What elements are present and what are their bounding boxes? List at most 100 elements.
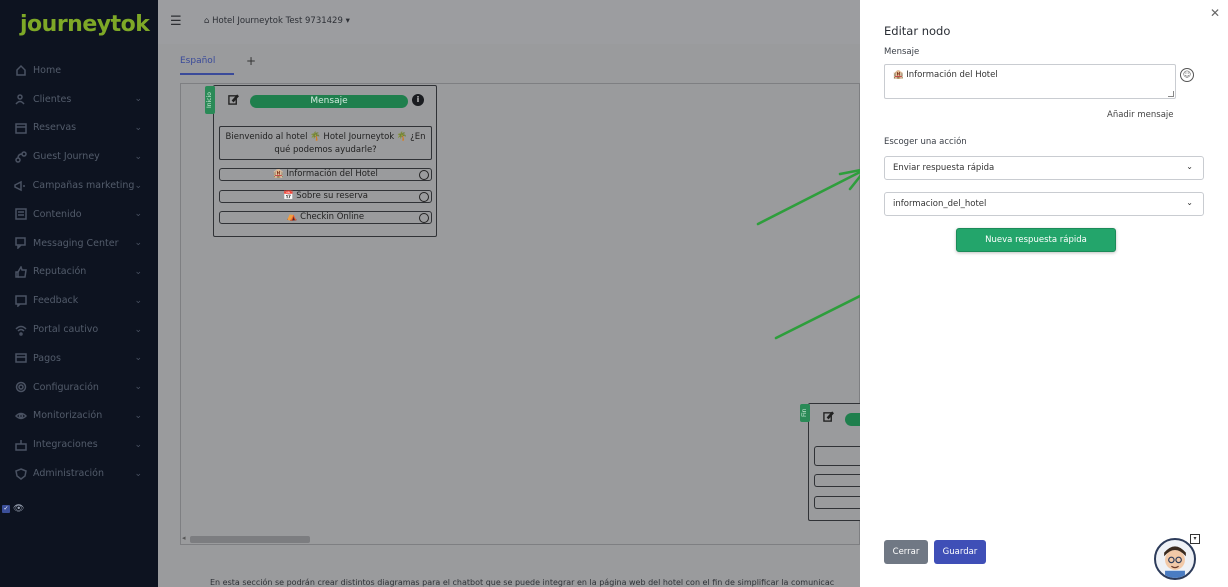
sidebar-item-reputación[interactable]: Reputación ⌄: [0, 258, 158, 287]
edit-icon[interactable]: [823, 411, 835, 422]
sidebar-item-pagos[interactable]: Pagos ⌄: [0, 344, 158, 373]
sidebar-item-label: Campañas marketing: [32, 180, 135, 192]
chevron-down-icon[interactable]: ⌄: [134, 353, 142, 363]
sidebar-item-guest-journey[interactable]: Guest Journey ⌄: [0, 142, 158, 171]
hotel-selector[interactable]: ⌂ Hotel Journeytok Test 9731429 ▾: [204, 16, 350, 26]
sidebar-item-label: Integraciones: [33, 439, 98, 451]
emoji-icon[interactable]: ☺: [1180, 68, 1194, 82]
quick-reply-item[interactable]: ⛺ Checkin Online: [219, 211, 432, 224]
quick-reply-item[interactable]: 📅 Sobre su reserva: [219, 190, 432, 203]
sidebar-item-monitorización[interactable]: Monitorización ⌄: [0, 402, 158, 431]
chevron-down-icon[interactable]: ⌄: [134, 209, 142, 219]
home-icon: [14, 64, 27, 77]
sidebar-item-label: Monitorización: [33, 410, 103, 422]
resize-handle-icon[interactable]: [1168, 91, 1174, 97]
quick-reply-select[interactable]: informacion_del_hotel ⌄: [884, 192, 1204, 216]
quick-reply-select-value: informacion_del_hotel: [893, 199, 987, 209]
sidebar-item-reservas[interactable]: Reservas ⌄: [0, 114, 158, 143]
checkbox-icon[interactable]: ✓: [2, 505, 10, 513]
sidebar-item-administración[interactable]: Administración ⌄: [0, 459, 158, 488]
sidebar-nav: Home Clientes ⌄ Reservas ⌄ Guest Journey ⌄ Camp…: [0, 56, 158, 488]
chat-icon: [14, 237, 27, 250]
edit-icon[interactable]: [228, 94, 240, 105]
tab-espanol[interactable]: Español: [180, 56, 234, 75]
annotation-arrow-line: [756, 168, 866, 226]
edit-node-drawer: ✕ Editar nodo Mensaje 🏨 Información del …: [860, 0, 1228, 587]
sidebar-item-feedback[interactable]: Feedback ⌄: [0, 286, 158, 315]
integrations-icon: [14, 438, 27, 451]
node-title-pill: Mensaje: [250, 95, 408, 108]
message-value: 🏨 Información del Hotel: [893, 70, 998, 80]
new-quick-reply-button[interactable]: Nueva respuesta rápida: [956, 228, 1116, 252]
canvas-scrollbar[interactable]: ◂: [180, 534, 860, 544]
language-tabs: Español +: [158, 44, 860, 82]
action-select-value: Enviar respuesta rápida: [893, 163, 995, 173]
radio-icon[interactable]: [419, 170, 429, 180]
save-button[interactable]: Guardar: [934, 540, 986, 564]
sidebar-item-messaging-center[interactable]: Messaging Center ⌄: [0, 229, 158, 258]
welcome-message: Bienvenido al hotel 🌴 Hotel Journeytok 🌴…: [219, 126, 432, 160]
sidebar-item-integraciones[interactable]: Integraciones ⌄: [0, 430, 158, 459]
chevron-down-icon[interactable]: ⌄: [134, 152, 142, 162]
message-textarea[interactable]: 🏨 Información del Hotel: [884, 64, 1176, 99]
end-node-tag: Fin: [800, 404, 810, 422]
add-message-link[interactable]: Añadir mensaje: [1107, 110, 1174, 120]
hamburger-menu-icon[interactable]: ☰: [170, 14, 182, 29]
sidebar-item-label: Contenido: [33, 208, 82, 220]
info-icon[interactable]: i: [412, 94, 424, 106]
sidebar-toggles: ✓ 👁: [2, 504, 24, 514]
radio-icon[interactable]: [419, 192, 429, 202]
sidebar-item-label: Pagos: [33, 352, 61, 364]
close-button[interactable]: Cerrar: [884, 540, 928, 564]
sidebar-item-contenido[interactable]: Contenido ⌄: [0, 200, 158, 229]
chevron-down-icon[interactable]: ⌄: [134, 238, 142, 248]
drawer-title: Editar nodo: [884, 24, 951, 38]
users-icon: [14, 93, 27, 106]
chevron-down-icon[interactable]: ⌄: [134, 325, 142, 335]
content-icon: [14, 208, 27, 221]
support-avatar[interactable]: [1154, 538, 1196, 580]
message-label: Mensaje: [884, 47, 920, 57]
thumbs-up-icon: [14, 265, 27, 278]
top-bar: ☰ ⌂ Hotel Journeytok Test 9731429 ▾: [158, 0, 860, 44]
eye-icon[interactable]: 👁: [13, 504, 24, 514]
add-tab-button[interactable]: +: [246, 54, 256, 68]
sidebar-item-home[interactable]: Home: [0, 56, 158, 85]
hotel-name: Hotel Journeytok Test 9731429: [212, 16, 343, 26]
avatar-face-icon: [1164, 546, 1186, 578]
action-select[interactable]: Enviar respuesta rápida ⌄: [884, 156, 1204, 180]
quick-reply-item[interactable]: 🏨 Información del Hotel: [219, 168, 432, 181]
chevron-down-icon: ⌄: [1186, 162, 1193, 171]
wifi-icon: [14, 323, 27, 336]
chevron-down-icon[interactable]: ⌄: [134, 267, 142, 277]
journeytok-logo[interactable]: journeytok: [20, 12, 150, 37]
chevron-down-icon[interactable]: ⌄: [134, 123, 142, 133]
sidebar-item-label: Guest Journey: [33, 151, 100, 163]
sidebar-item-label: Clientes: [33, 93, 72, 105]
start-node[interactable]: Inicio Mensaje i Bienvenido al hotel 🌴 H…: [205, 85, 437, 237]
feedback-icon: [14, 294, 27, 307]
chevron-down-icon[interactable]: ⌄: [134, 469, 142, 479]
section-description: En esta sección se podrán crear distinto…: [210, 578, 835, 587]
chevron-down-icon[interactable]: ⌄: [134, 382, 142, 392]
sidebar-item-clientes[interactable]: Clientes ⌄: [0, 85, 158, 114]
sidebar-item-campañas-marketing[interactable]: Campañas marketing ⌄: [0, 171, 158, 200]
sidebar-item-portal-cautivo[interactable]: Portal cautivo ⌄: [0, 315, 158, 344]
chevron-down-icon[interactable]: ⌄: [134, 296, 142, 306]
eye-icon: [14, 409, 27, 422]
close-icon[interactable]: ✕: [1210, 6, 1220, 20]
scrollbar-thumb[interactable]: [190, 536, 310, 543]
sidebar-item-label: Reputación: [33, 266, 87, 278]
chevron-down-icon[interactable]: ⌄: [134, 181, 142, 191]
end-node[interactable]: Fin: [800, 403, 875, 521]
radio-icon[interactable]: [419, 213, 429, 223]
megaphone-icon: [14, 179, 27, 192]
sidebar-item-configuración[interactable]: Configuración ⌄: [0, 373, 158, 402]
chevron-down-icon[interactable]: ⌄: [134, 411, 142, 421]
chevron-down-icon[interactable]: ⌄: [134, 440, 142, 450]
chevron-down-icon[interactable]: ⌄: [134, 94, 142, 104]
minimize-chat-icon[interactable]: ▾: [1190, 534, 1200, 544]
scroll-left-icon[interactable]: ◂: [182, 534, 186, 542]
sidebar-item-label: Home: [33, 64, 62, 76]
sidebar-item-label: Reservas: [33, 122, 77, 134]
